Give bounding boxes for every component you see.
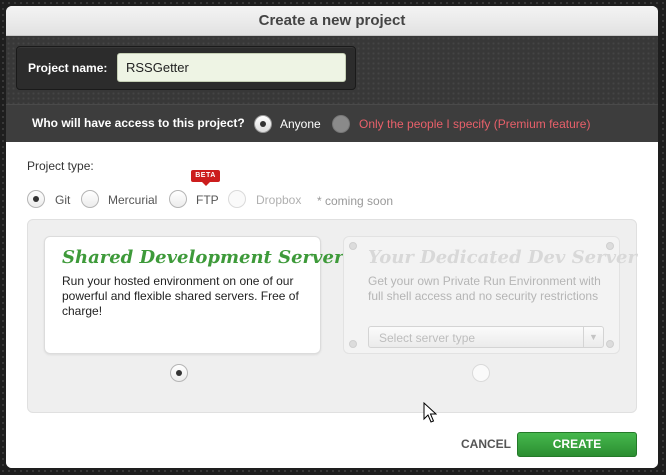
type-dropbox-radio <box>228 190 246 208</box>
project-name-box: Project name: <box>16 46 356 90</box>
dedicated-server-title: Your Dedicated Dev Server <box>368 247 637 268</box>
access-specified-label[interactable]: Only the people I specify (Premium featu… <box>359 117 590 131</box>
type-mercurial-radio[interactable] <box>81 190 99 208</box>
screw-icon <box>606 340 614 348</box>
dedicated-server-card: Your Dedicated Dev Server Get your own P… <box>343 236 637 354</box>
server-type-select: Select server type ▼ <box>368 326 604 348</box>
beta-badge: BETA <box>191 170 220 186</box>
shared-server-card[interactable]: Shared Development Server Run your hoste… <box>44 236 343 354</box>
access-anyone-radio[interactable] <box>254 115 272 133</box>
type-ftp-radio[interactable] <box>169 190 187 208</box>
screw-icon <box>349 242 357 250</box>
type-git-label[interactable]: Git <box>55 193 70 207</box>
mouse-cursor-icon <box>423 402 437 423</box>
access-specified-radio[interactable] <box>332 115 350 133</box>
type-git-radio[interactable] <box>27 190 45 208</box>
dialog-title: Create a new project <box>6 6 658 36</box>
cancel-button[interactable]: CANCEL <box>461 437 511 451</box>
access-question: Who will have access to this project? <box>32 116 245 130</box>
chevron-down-icon: ▼ <box>583 327 603 347</box>
project-name-section: Project name: <box>6 36 658 104</box>
access-section: Who will have access to this project? An… <box>6 104 658 142</box>
type-ftp-label[interactable]: FTP <box>196 193 219 207</box>
dedicated-server-radio <box>472 364 490 382</box>
type-dropbox-label: Dropbox <box>256 193 302 207</box>
server-type-select-value: Select server type <box>379 331 476 345</box>
shared-server-radio[interactable] <box>170 364 188 382</box>
type-mercurial-label[interactable]: Mercurial <box>108 193 157 207</box>
project-type-label: Project type: <box>27 159 94 173</box>
screw-icon <box>349 340 357 348</box>
server-options-panel: Shared Development Server Run your hoste… <box>27 219 637 413</box>
create-button[interactable]: CREATE <box>517 432 637 457</box>
project-settings-area: Project type: Git Mercurial FTP BETA Dro… <box>6 143 658 468</box>
coming-soon-note: * coming soon <box>317 194 394 208</box>
dedicated-server-description: Get your own Private Run Environment wit… <box>368 274 601 303</box>
create-project-dialog: Create a new project Project name: Who w… <box>6 6 658 468</box>
access-anyone-label[interactable]: Anyone <box>280 117 321 131</box>
shared-server-title: Shared Development Server <box>62 247 344 268</box>
shared-server-description: Run your hosted environment on one of ou… <box>62 274 299 318</box>
project-name-input[interactable] <box>117 53 346 82</box>
project-name-label: Project name: <box>28 61 108 75</box>
